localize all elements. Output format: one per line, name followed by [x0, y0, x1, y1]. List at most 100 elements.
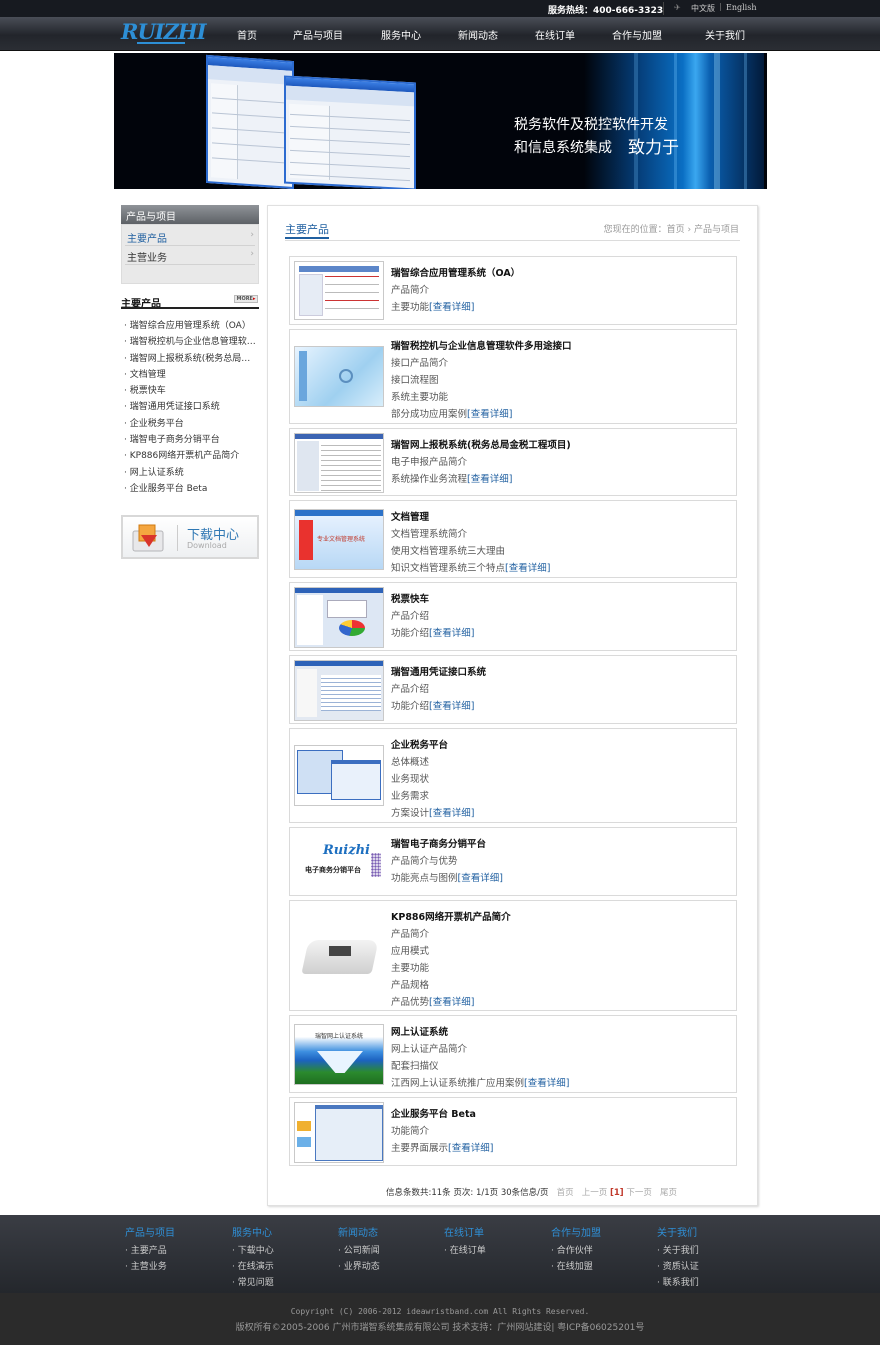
footer-column: 产品与项目 主要产品 主营业务: [125, 1224, 175, 1275]
sidebar-item-main-business[interactable]: 主营业务: [127, 249, 167, 264]
product-link[interactable]: 文档管理: [124, 367, 259, 383]
view-detail-link[interactable]: [查看详细]: [429, 808, 474, 819]
next-page-link[interactable]: 下一页: [626, 1188, 652, 1198]
view-detail-link[interactable]: [查看详细]: [467, 474, 512, 485]
nav-orders[interactable]: 在线订单: [535, 27, 575, 42]
view-detail-link[interactable]: [查看详细]: [458, 873, 503, 884]
current-page[interactable]: [1]: [610, 1188, 624, 1198]
product-title[interactable]: KP886网络开票机产品简介: [391, 909, 511, 923]
product-thumbnail[interactable]: [294, 346, 384, 407]
lang-english-link[interactable]: English: [726, 3, 757, 12]
footer-link[interactable]: 公司新闻: [338, 1243, 380, 1259]
footer-link[interactable]: 合作伙伴: [551, 1243, 601, 1259]
product-title[interactable]: 企业服务平台 Beta: [391, 1106, 476, 1120]
product-thumbnail[interactable]: [294, 433, 384, 493]
view-detail-link[interactable]: [查看详细]: [524, 1078, 569, 1089]
product-line: 产品优势[查看详细]: [391, 997, 475, 1008]
product-link[interactable]: 瑞智综合应用管理系统（OA）: [124, 318, 259, 334]
footer-heading[interactable]: 在线订单: [444, 1224, 486, 1239]
nav-products[interactable]: 产品与项目: [293, 27, 343, 42]
nav-partners[interactable]: 合作与加盟: [612, 27, 662, 42]
footer-heading[interactable]: 服务中心: [232, 1224, 274, 1239]
banner-line-3: 和信息系统集成: [514, 140, 612, 156]
more-button[interactable]: MORE▸: [234, 295, 258, 303]
footer-link[interactable]: 主要产品: [125, 1243, 175, 1259]
product-thumbnail[interactable]: [294, 1102, 384, 1163]
pagination-info: 信息条数共:11条 页次: 1/1页 30条信息/页: [386, 1188, 549, 1198]
product-card: 税票快车 产品介绍 功能介绍[查看详细]: [289, 582, 737, 651]
product-link[interactable]: 网上认证系统: [124, 465, 259, 481]
product-link[interactable]: 瑞智网上报税系统(税务总局金税工程项目): [124, 351, 259, 367]
nav-service[interactable]: 服务中心: [381, 27, 421, 42]
hotline: 服务热线：400-666-3323: [548, 6, 664, 16]
product-title[interactable]: 瑞智综合应用管理系统（OA）: [391, 265, 520, 279]
product-thumbnail[interactable]: Ruizhi 电子商务分销平台: [294, 832, 384, 893]
footer-link[interactable]: 关于我们: [657, 1243, 699, 1259]
footer-heading[interactable]: 新闻动态: [338, 1224, 380, 1239]
footer-link[interactable]: 联系我们: [657, 1275, 699, 1291]
footer-heading[interactable]: 产品与项目: [125, 1224, 175, 1239]
footer-link[interactable]: 在线演示: [232, 1259, 274, 1275]
product-card: 瑞智网上报税系统(税务总局金税工程项目) 电子申报产品简介 系统操作业务流程[查…: [289, 428, 737, 496]
view-detail-link[interactable]: [查看详细]: [467, 409, 512, 420]
product-line: 功能简介: [391, 1126, 430, 1137]
nav-about[interactable]: 关于我们: [705, 27, 745, 42]
product-card: 瑞智通用凭证接口系统 产品介绍 功能介绍[查看详细]: [289, 655, 737, 724]
footer-heading[interactable]: 关于我们: [657, 1224, 699, 1239]
last-page-link[interactable]: 尾页: [660, 1188, 677, 1198]
footer-link[interactable]: 主营业务: [125, 1259, 175, 1275]
product-line: 功能亮点与图例[查看详细]: [391, 873, 503, 884]
product-thumbnail[interactable]: 瑞智网上认证系统: [294, 1024, 384, 1085]
footer-link[interactable]: 资质认证: [657, 1259, 699, 1275]
product-title[interactable]: 税票快车: [391, 591, 429, 605]
product-thumbnail[interactable]: [294, 660, 384, 721]
product-link[interactable]: 瑞智通用凭证接口系统: [124, 399, 259, 415]
product-link[interactable]: 瑞智税控机与企业信息管理软件多用途接口: [124, 334, 259, 350]
product-link[interactable]: 企业税务平台: [124, 416, 259, 432]
lang-separator: |: [719, 2, 722, 11]
view-detail-link[interactable]: [查看详细]: [429, 701, 474, 712]
product-link[interactable]: KP886网络开票机产品简介: [124, 448, 259, 464]
chevron-right-icon: ›: [250, 249, 254, 259]
product-line: 系统操作业务流程[查看详细]: [391, 474, 513, 485]
product-title[interactable]: 瑞智通用凭证接口系统: [391, 664, 486, 678]
product-title[interactable]: 企业税务平台: [391, 737, 448, 751]
product-title[interactable]: 瑞智网上报税系统(税务总局金税工程项目): [391, 437, 571, 451]
product-title[interactable]: 网上认证系统: [391, 1024, 448, 1038]
product-thumbnail[interactable]: 专业文档管理系统: [294, 509, 384, 570]
product-thumbnail[interactable]: [294, 587, 384, 648]
product-thumbnail[interactable]: [294, 261, 384, 320]
sidebar-item-main-products[interactable]: 主要产品: [127, 230, 167, 245]
product-list: 瑞智综合应用管理系统（OA） 瑞智税控机与企业信息管理软件多用途接口 瑞智网上报…: [124, 318, 259, 497]
download-center-banner[interactable]: 下载中心 Download: [121, 515, 259, 559]
pagination: 信息条数共:11条 页次: 1/1页 30条信息/页 首页 上一页 [1] 下一…: [386, 1186, 677, 1198]
product-link[interactable]: 瑞智电子商务分销平台: [124, 432, 259, 448]
product-link[interactable]: 企业服务平台 Beta: [124, 481, 259, 497]
view-detail-link[interactable]: [查看详细]: [429, 997, 474, 1008]
first-page-link[interactable]: 首页: [557, 1188, 574, 1198]
view-detail-link[interactable]: [查看详细]: [505, 563, 550, 574]
footer-link[interactable]: 在线加盟: [551, 1259, 601, 1275]
product-title[interactable]: 文档管理: [391, 509, 429, 523]
footer-link[interactable]: 常见问题: [232, 1275, 274, 1291]
view-detail-link[interactable]: [查看详细]: [448, 1143, 493, 1154]
logo[interactable]: RUIZHI: [121, 19, 207, 49]
download-icon: [132, 524, 164, 552]
footer-heading[interactable]: 合作与加盟: [551, 1224, 601, 1239]
view-detail-link[interactable]: [查看详细]: [429, 628, 474, 639]
screenshot-back: [206, 54, 294, 189]
view-detail-link[interactable]: [查看详细]: [429, 302, 474, 313]
product-title[interactable]: 瑞智税控机与企业信息管理软件多用途接口: [391, 338, 572, 352]
product-thumbnail[interactable]: [294, 745, 384, 806]
footer-link[interactable]: 在线订单: [444, 1243, 486, 1259]
nav-home[interactable]: 首页: [237, 27, 257, 42]
lang-chinese-link[interactable]: 中文版: [691, 3, 715, 14]
footer-link[interactable]: 下载中心: [232, 1243, 274, 1259]
product-line: 方案设计[查看详细]: [391, 808, 475, 819]
product-link[interactable]: 税票快车: [124, 383, 259, 399]
product-thumbnail[interactable]: [294, 925, 384, 986]
prev-page-link[interactable]: 上一页: [582, 1188, 608, 1198]
footer-link[interactable]: 业界动态: [338, 1259, 380, 1275]
product-title[interactable]: 瑞智电子商务分销平台: [391, 836, 486, 850]
nav-news[interactable]: 新闻动态: [458, 27, 498, 42]
